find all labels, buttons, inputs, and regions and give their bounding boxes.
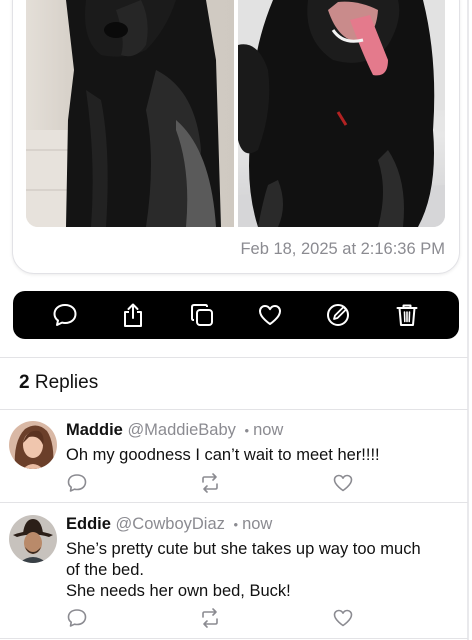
reply-author-name[interactable]: Eddie xyxy=(66,515,111,533)
reply-time: now xyxy=(242,515,273,533)
reply-body: She’s pretty cute but she takes up way t… xyxy=(66,539,462,602)
reply-text-line: She’s pretty cute but she takes up way t… xyxy=(66,540,421,558)
edit-icon xyxy=(327,304,350,326)
trash-icon xyxy=(396,304,418,326)
reply-repost-button[interactable] xyxy=(199,607,221,634)
reply-like-button[interactable] xyxy=(332,607,354,634)
reply-author-name[interactable]: Maddie xyxy=(66,421,123,439)
repost-icon xyxy=(202,608,218,628)
like-button[interactable] xyxy=(255,300,285,330)
copy-icon xyxy=(190,304,213,326)
comment-icon xyxy=(53,304,77,326)
reply-comment-button[interactable] xyxy=(66,472,88,499)
reply-repost-button[interactable] xyxy=(199,472,221,499)
separator-dot: • xyxy=(244,423,250,438)
copy-button[interactable] xyxy=(187,300,217,330)
reply-body: Oh my goodness I can’t wait to meet her!… xyxy=(66,445,462,466)
reply-header: Eddie @CowboyDiaz • now xyxy=(66,515,272,534)
comment-icon xyxy=(67,609,87,627)
repost-icon xyxy=(202,473,218,493)
avatar[interactable] xyxy=(9,421,57,469)
post-action-bar xyxy=(13,291,459,339)
reply-text-line: Oh my goodness I can’t wait to meet her!… xyxy=(66,446,380,464)
photo-grid xyxy=(26,0,445,227)
delete-button[interactable] xyxy=(392,300,422,330)
share-icon xyxy=(124,303,143,327)
avatar[interactable] xyxy=(9,515,57,563)
reply-actions xyxy=(66,607,356,629)
heart-icon xyxy=(259,305,282,325)
scroll-edge xyxy=(467,0,469,640)
reply-header: Maddie @MaddieBaby • now xyxy=(66,421,283,440)
divider xyxy=(0,357,468,358)
heart-icon xyxy=(333,474,353,492)
dog-photo-2[interactable] xyxy=(238,0,445,227)
post-timestamp: Feb 18, 2025 at 2:16:36 PM xyxy=(240,240,445,258)
divider xyxy=(0,409,468,410)
reply-text-line: of the bed. xyxy=(66,561,144,579)
edit-button[interactable] xyxy=(323,300,353,330)
reply-author-handle[interactable]: @CowboyDiaz xyxy=(116,515,225,533)
reply-text-line: She needs her own bed, Buck! xyxy=(66,582,291,600)
reply-time: now xyxy=(253,421,284,439)
dog-photo-1[interactable] xyxy=(26,0,234,227)
reply-like-button[interactable] xyxy=(332,472,354,499)
share-button[interactable] xyxy=(118,300,148,330)
replies-count: 2 xyxy=(19,372,30,393)
divider xyxy=(0,502,468,503)
reply-author-handle[interactable]: @MaddieBaby xyxy=(127,421,235,439)
reply-comment-button[interactable] xyxy=(66,607,88,634)
comment-button[interactable] xyxy=(50,300,80,330)
replies-header: 2 Replies xyxy=(19,372,98,394)
reply-actions xyxy=(66,472,356,494)
separator-dot: • xyxy=(233,517,239,532)
comment-icon xyxy=(67,474,87,492)
heart-icon xyxy=(333,609,353,627)
replies-label: Replies xyxy=(34,372,99,393)
divider xyxy=(0,638,468,639)
